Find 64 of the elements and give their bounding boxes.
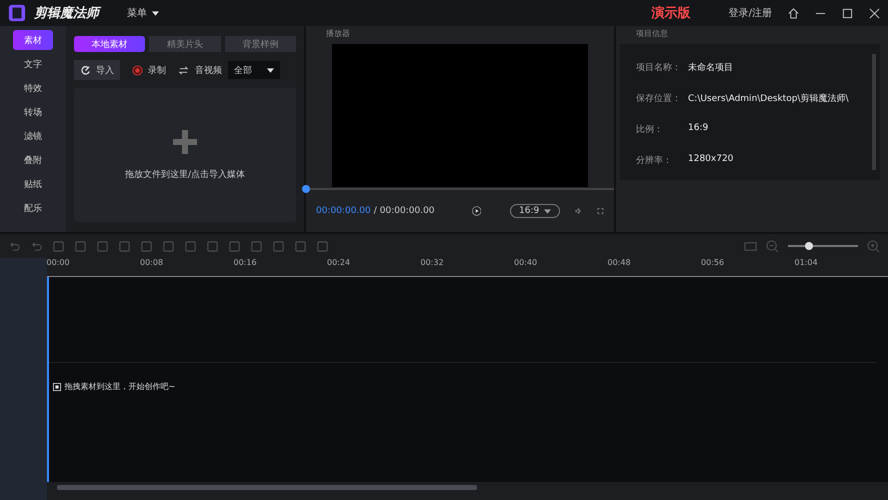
media-tab[interactable]: 精美片头	[149, 36, 221, 52]
time-separator: /	[374, 206, 377, 216]
info-label: 项目名称：	[636, 62, 682, 74]
sidebar-item[interactable]: 转场	[13, 102, 53, 122]
ruler-label: 01:04	[794, 258, 819, 269]
ruler-label: 00:56	[701, 258, 726, 269]
track-hint: 拖拽素材到这里，开始创作吧~	[64, 381, 176, 392]
caret-icon	[544, 208, 552, 214]
filter-label: 音视频	[195, 64, 222, 76]
ruler-label: 00:48	[608, 258, 632, 269]
record-button[interactable]: 录制	[126, 60, 172, 80]
media-tab[interactable]: 本地素材	[74, 36, 146, 52]
info-label: 比例：	[636, 124, 664, 136]
total-time: 00:00:00.00	[380, 206, 435, 216]
home-icon[interactable]	[788, 8, 799, 18]
login-button[interactable]: 登录/注册	[728, 6, 772, 20]
info-label: 分辨率：	[636, 154, 673, 167]
ruler-label: 00:24	[327, 258, 352, 269]
sidebar-item[interactable]: 滤镜	[13, 126, 53, 146]
current-time: 00:00:00.00	[316, 206, 371, 216]
media-icon	[52, 383, 60, 391]
ratio-dropdown[interactable]: 16:9	[510, 204, 560, 218]
swap-icon	[178, 64, 189, 76]
panel-title: 项目信息	[636, 28, 668, 38]
media-tab[interactable]: 背景样例	[224, 36, 296, 52]
caret-icon	[267, 68, 274, 72]
undo-icon[interactable]	[8, 240, 21, 252]
sidebar-item[interactable]: 贴纸	[13, 174, 53, 194]
ruler-label: 00:40	[514, 258, 538, 269]
info-value: C:\Users\Admin\Desktop\剪辑魔法师\	[688, 92, 848, 105]
zoom-out-icon[interactable]	[766, 240, 779, 252]
demo-label: 演示版	[652, 4, 691, 22]
scrollbar[interactable]	[872, 54, 876, 170]
close-icon[interactable]	[869, 8, 880, 18]
ruler-label: 00:08	[140, 258, 164, 269]
zoom-in-icon[interactable]	[867, 240, 880, 252]
ruler-label: 00:00	[46, 258, 71, 269]
progress-handle[interactable]	[302, 185, 310, 193]
horizontal-scrollbar[interactable]	[46, 482, 888, 500]
zoom-thumb[interactable]	[805, 242, 813, 250]
sidebar-item[interactable]: 素材	[13, 30, 53, 50]
panel-title: 播放器	[326, 28, 350, 38]
filter-dropdown[interactable]: 全部	[228, 61, 280, 79]
ruler-label: 00:16	[234, 258, 258, 269]
info-value: 1280x720	[688, 154, 734, 166]
sidebar-item[interactable]: 特效	[13, 78, 53, 98]
sidebar-item[interactable]: 叠附	[13, 150, 53, 170]
maximize-icon[interactable]	[842, 8, 853, 18]
plus-icon	[173, 130, 197, 154]
drop-hint: 拖放文件到这里/点击导入媒体	[124, 168, 246, 180]
ruler-label: 00:32	[420, 258, 445, 269]
sidebar-item[interactable]: 文字	[13, 54, 53, 74]
record-icon	[132, 64, 143, 76]
import-icon	[80, 64, 91, 76]
info-label: 保存位置：	[636, 92, 682, 105]
fit-icon[interactable]	[744, 240, 757, 252]
info-value: 未命名项目	[688, 62, 733, 74]
info-value: 16:9	[688, 123, 708, 135]
drop-area[interactable]: 拖放文件到这里/点击导入媒体	[74, 88, 296, 222]
caret-icon	[152, 11, 159, 16]
sidebar-item[interactable]: 配乐	[13, 198, 53, 218]
app-title: 剪辑魔法师	[34, 4, 99, 22]
menu-button[interactable]: 菜单	[127, 6, 159, 20]
import-button[interactable]: 导入	[74, 60, 120, 80]
